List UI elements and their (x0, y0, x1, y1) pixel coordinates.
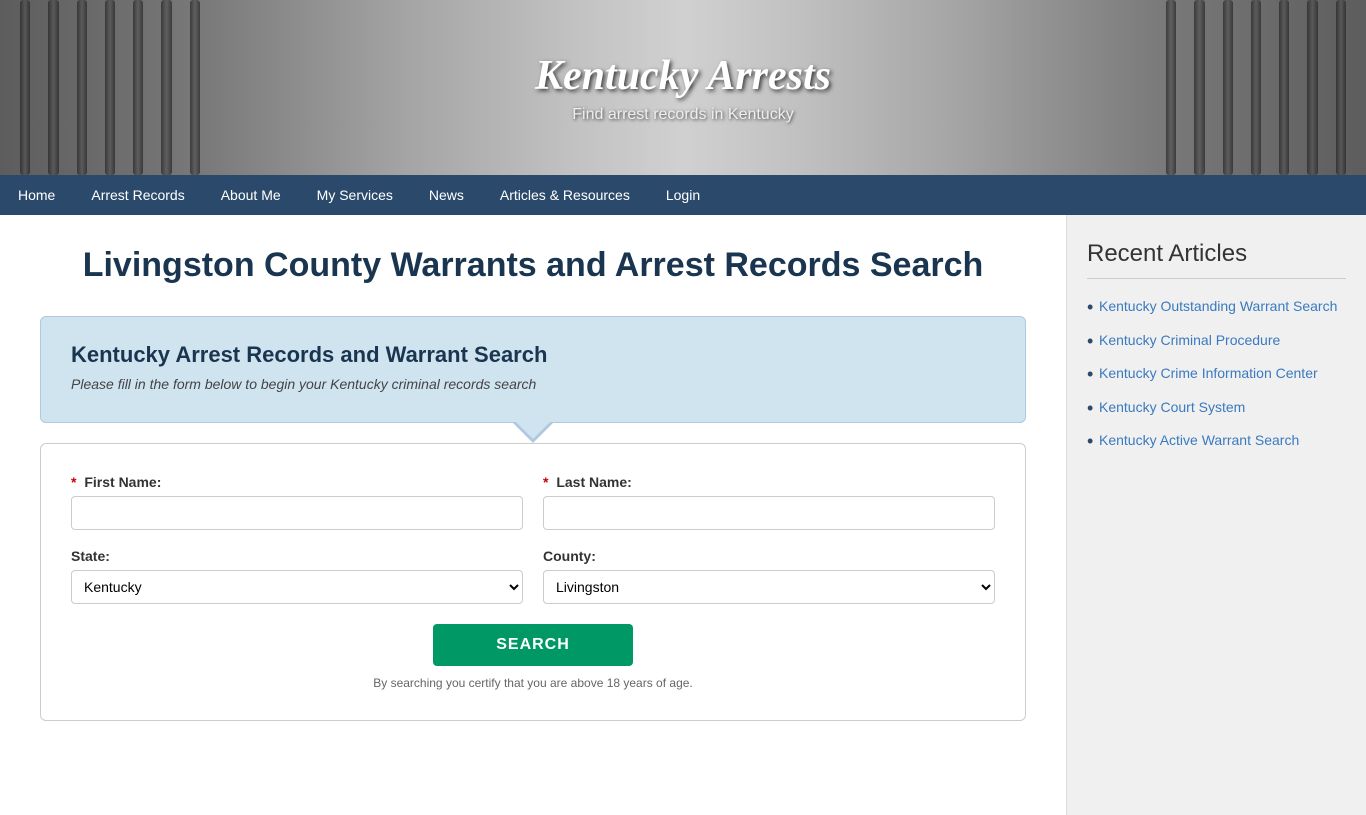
location-row: State: Kentucky County: Livingston (71, 548, 995, 604)
article-link-3[interactable]: Kentucky Crime Information Center (1099, 365, 1318, 381)
search-form: * First Name: * Last Name: State: (40, 443, 1026, 721)
search-card-title: Kentucky Arrest Records and Warrant Sear… (71, 342, 995, 368)
nav-news[interactable]: News (411, 175, 482, 215)
header-text: Kentucky Arrests Find arrest records in … (535, 52, 831, 124)
search-card-subtitle: Please fill in the form below to begin y… (71, 376, 995, 392)
article-link-5[interactable]: Kentucky Active Warrant Search (1099, 432, 1299, 448)
sidebar: Recent Articles Kentucky Outstanding War… (1066, 215, 1366, 815)
state-select[interactable]: Kentucky (71, 570, 523, 604)
list-item: Kentucky Court System (1087, 398, 1346, 418)
list-item: Kentucky Criminal Procedure (1087, 331, 1346, 351)
bars-right (1146, 0, 1366, 175)
state-group: State: Kentucky (71, 548, 523, 604)
required-star: * (71, 474, 76, 490)
nav-about-me[interactable]: About Me (203, 175, 299, 215)
last-name-group: * Last Name: (543, 474, 995, 530)
page-title: Livingston County Warrants and Arrest Re… (40, 245, 1026, 286)
first-name-group: * First Name: (71, 474, 523, 530)
article-link-1[interactable]: Kentucky Outstanding Warrant Search (1099, 298, 1337, 314)
article-link-2[interactable]: Kentucky Criminal Procedure (1099, 332, 1280, 348)
county-select[interactable]: Livingston (543, 570, 995, 604)
last-name-label: * Last Name: (543, 474, 995, 490)
list-item: Kentucky Crime Information Center (1087, 364, 1346, 384)
site-title: Kentucky Arrests (535, 52, 831, 100)
first-name-input[interactable] (71, 496, 523, 530)
name-row: * First Name: * Last Name: (71, 474, 995, 530)
form-disclaimer: By searching you certify that you are ab… (71, 676, 995, 690)
sidebar-title: Recent Articles (1087, 240, 1346, 279)
search-button[interactable]: SEARCH (433, 624, 633, 666)
nav-services[interactable]: My Services (299, 175, 411, 215)
nav-home[interactable]: Home (0, 175, 73, 215)
site-header: Kentucky Arrests Find arrest records in … (0, 0, 1366, 175)
state-label: State: (71, 548, 523, 564)
main-wrapper: Livingston County Warrants and Arrest Re… (0, 215, 1366, 815)
article-link-4[interactable]: Kentucky Court System (1099, 399, 1245, 415)
list-item: Kentucky Outstanding Warrant Search (1087, 297, 1346, 317)
list-item: Kentucky Active Warrant Search (1087, 431, 1346, 451)
last-name-input[interactable] (543, 496, 995, 530)
bars-left (0, 0, 220, 175)
first-name-label: * First Name: (71, 474, 523, 490)
required-star-2: * (543, 474, 548, 490)
county-group: County: Livingston (543, 548, 995, 604)
card-pointer (513, 423, 553, 443)
nav-articles[interactable]: Articles & Resources (482, 175, 648, 215)
article-list: Kentucky Outstanding Warrant Search Kent… (1087, 297, 1346, 451)
search-card: Kentucky Arrest Records and Warrant Sear… (40, 316, 1026, 423)
county-label: County: (543, 548, 995, 564)
content-area: Livingston County Warrants and Arrest Re… (0, 215, 1066, 815)
main-nav: Home Arrest Records About Me My Services… (0, 175, 1366, 215)
site-subtitle: Find arrest records in Kentucky (535, 106, 831, 124)
nav-arrest-records[interactable]: Arrest Records (73, 175, 202, 215)
nav-login[interactable]: Login (648, 175, 718, 215)
